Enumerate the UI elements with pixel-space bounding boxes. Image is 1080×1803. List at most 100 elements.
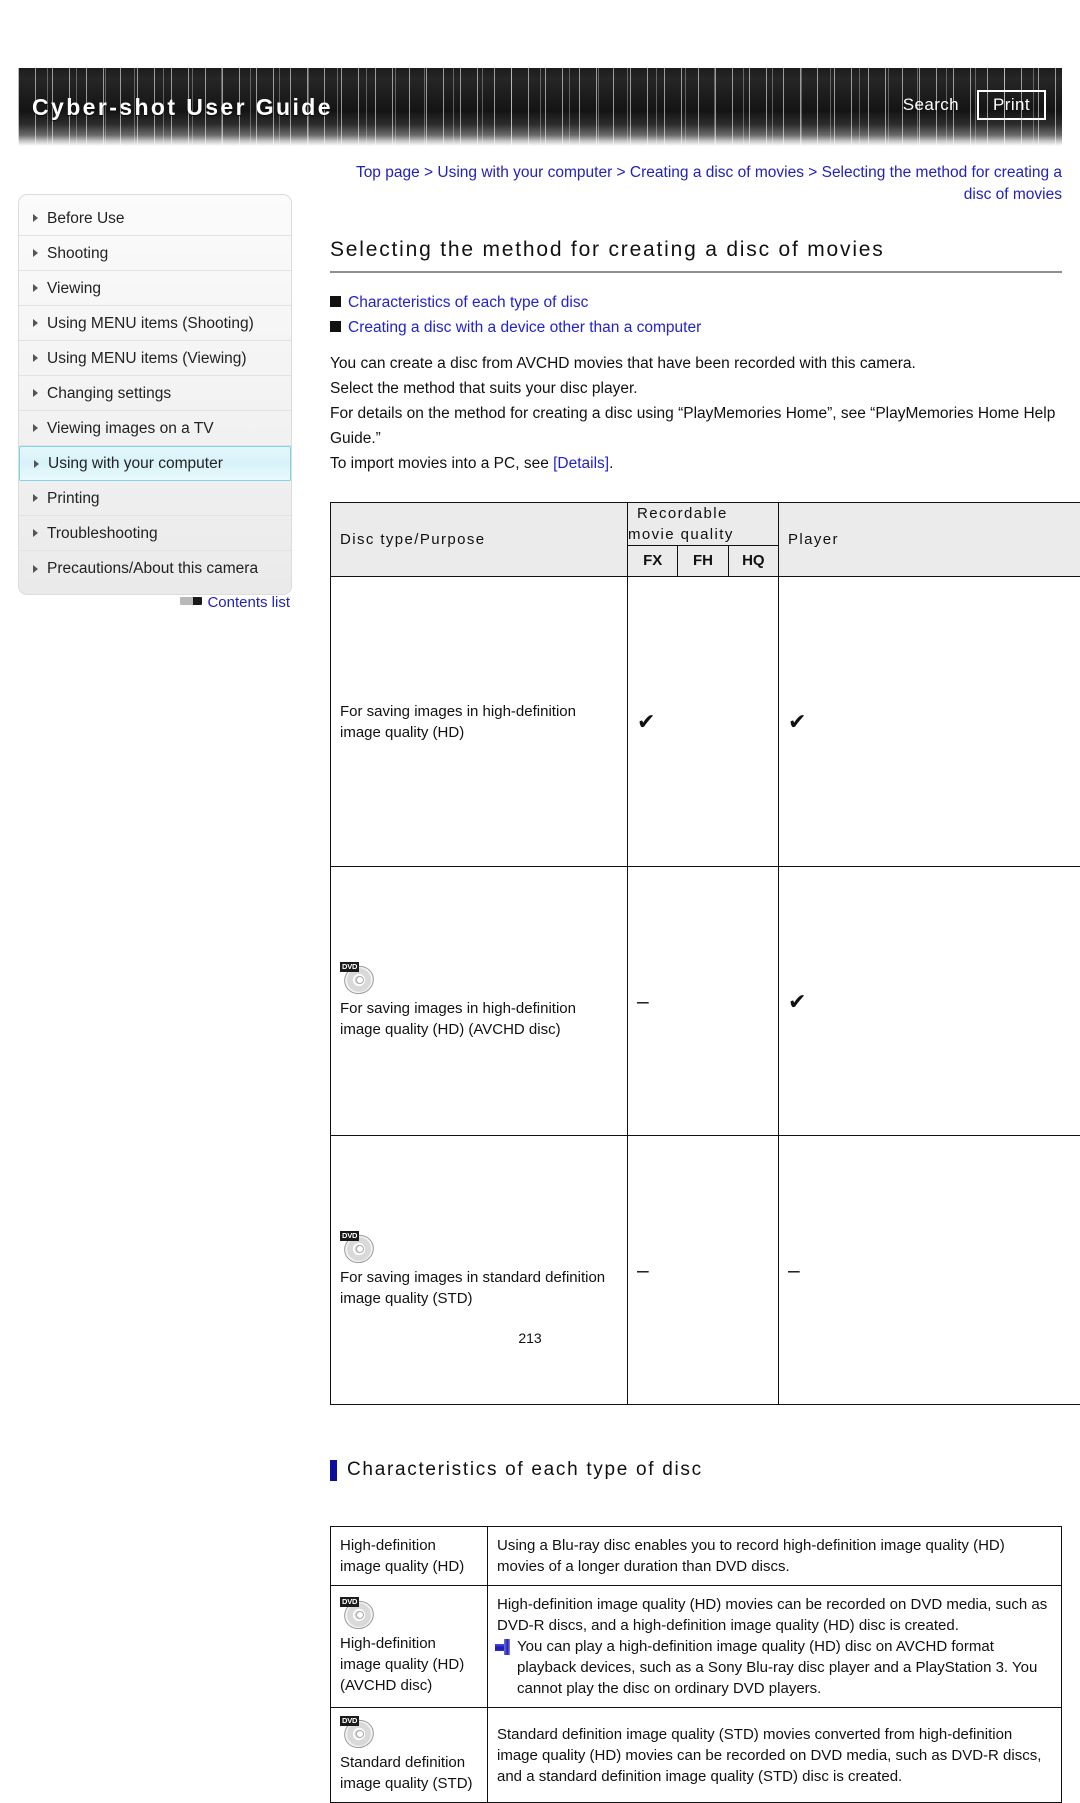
app-title: Cyber-shot User Guide [32,94,333,121]
chevron-right-icon [33,214,38,222]
sidebar-item-troubleshooting[interactable]: Troubleshooting [19,516,291,551]
sidebar-item-before-use[interactable]: Before Use [19,201,291,236]
main-content: Selecting the method for creating a disc… [330,238,1062,1803]
sidebar-item-viewing[interactable]: Viewing [19,271,291,306]
cell-description: Using a Blu-ray disc enables you to reco… [488,1527,1062,1586]
square-bullet-icon [330,296,341,307]
header-player: Player [779,503,1080,577]
chevron-right-icon [33,424,38,432]
cell-description: High-definition image quality (HD) movie… [488,1586,1062,1708]
intro-paragraph: You can create a disc from AVCHD movies … [330,351,1062,476]
note-line: You can play a high-definition image qua… [497,1636,1052,1699]
table-row: DVD High-definition image quality (HD) (… [331,1586,1062,1708]
description-text: Using a Blu-ray disc enables you to reco… [497,1535,1052,1577]
chevron-right-icon [33,565,38,573]
sidebar-item-label: Precautions/About this camera [47,560,258,577]
chevron-right-icon [33,529,38,537]
sidebar-item-label: Viewing images on a TV [47,420,214,437]
table-row: High-definition image quality (HD) Using… [331,1527,1062,1586]
cell-disc-label: DVD Standard definition image quality (S… [331,1708,488,1803]
sidebar-item-viewing-on-tv[interactable]: Viewing images on a TV [19,411,291,446]
chevron-right-icon [33,284,38,292]
cell-description: Standard definition image quality (STD) … [488,1708,1062,1803]
sidebar-item-menu-shooting[interactable]: Using MENU items (Shooting) [19,306,291,341]
sidebar-item-label: Viewing [47,280,101,297]
chevron-right-icon [33,354,38,362]
sidebar-item-label: Using with your computer [48,455,223,472]
intro-line-4-pre: To import movies into a PC, see [330,455,553,472]
app-header: Cyber-shot User Guide Search Print [18,68,1062,146]
purpose-text: For saving images in high-definition ima… [340,998,618,1040]
purpose-text: For saving images in standard definition… [340,1267,618,1309]
sidebar-item-precautions[interactable]: Precautions/About this camera [19,551,291,586]
page-title: Selecting the method for creating a disc… [330,238,1062,273]
table-row: DVD For saving images in high-definition… [331,867,1080,1136]
cell-disc-purpose: For saving images in high-definition ima… [331,577,628,867]
dvd-icon-label: DVD [340,962,359,972]
dvd-disc-icon: DVD [340,1716,380,1749]
intro-line-1: You can create a disc from AVCHD movies … [330,351,1062,376]
contents-list-link[interactable]: Contents list [18,594,292,611]
section-heading-characteristics: Characteristics of each type of disc [330,1459,1062,1481]
sidebar-item-shooting[interactable]: Shooting [19,236,291,271]
dvd-disc-icon: DVD [340,1231,380,1264]
cell-fx: – [628,867,779,1136]
sidebar-item-label: Using MENU items (Viewing) [47,350,247,367]
dvd-icon-label: DVD [340,1231,359,1241]
sidebar-item-label: Shooting [47,245,108,262]
table-row: DVD For saving images in standard defini… [331,1136,1080,1405]
header-hq: HQ [728,546,778,576]
sidebar-item-label: Changing settings [47,385,171,402]
header-actions: Search Print [899,90,1046,120]
cell-fh: ✔ [779,577,1080,867]
header-disc-type: Disc type/Purpose [331,503,628,577]
jump-link-characteristics[interactable]: Characteristics of each type of disc [330,290,1062,315]
purpose-text: For saving images in high-definition ima… [340,701,618,743]
cell-disc-label: DVD High-definition image quality (HD) (… [331,1586,488,1708]
sidebar-item-label: Using MENU items (Shooting) [47,315,254,332]
note-text: You can play a high-definition image qua… [517,1638,1037,1697]
disc-label-text: High-definition image quality (HD) (AVCH… [340,1633,478,1696]
chevron-right-icon [33,389,38,397]
chevron-right-icon [33,319,38,327]
chevron-right-icon [33,494,38,502]
sidebar-item-label: Printing [47,490,100,507]
section-accent-bar [330,1460,337,1481]
disc-label-text: Standard definition image quality (STD) [340,1752,478,1794]
sidebar-item-printing[interactable]: Printing [19,481,291,516]
description-text: Standard definition image quality (STD) … [497,1724,1052,1787]
note-arrow-icon [495,1639,513,1655]
chevron-right-icon [33,249,38,257]
dvd-disc-icon: DVD [340,1597,380,1630]
dvd-disc-icon: DVD [340,962,380,995]
jump-link-creating-disc-other-device[interactable]: Creating a disc with a device other than… [330,315,1062,340]
disc-method-table: Disc type/Purpose Recordable movie quali… [330,502,1080,1405]
sidebar-item-changing-settings[interactable]: Changing settings [19,376,291,411]
cell-disc-purpose: DVD For saving images in high-definition… [331,867,628,1136]
jump-link-label: Creating a disc with a device other than… [348,319,701,336]
cell-fx: – [628,1136,779,1405]
details-link[interactable]: [Details] [553,455,609,472]
section-heading-label: Characteristics of each type of disc [347,1459,703,1481]
print-button[interactable]: Print [977,90,1046,120]
dvd-icon-label: DVD [340,1716,359,1726]
square-bullet-icon [330,321,341,332]
chevron-right-icon [34,460,39,468]
intro-line-4: To import movies into a PC, see [Details… [330,451,1062,476]
dvd-icon-label: DVD [340,1597,359,1607]
sidebar-item-using-with-your-computer[interactable]: Using with your computer [19,446,291,481]
sidebar-item-label: Troubleshooting [47,525,158,542]
search-button[interactable]: Search [899,92,963,118]
intro-line-3: For details on the method for creating a… [330,401,1062,451]
intro-line-4-post: . [609,455,613,472]
breadcrumb[interactable]: Top page > Using with your computer > Cr… [330,162,1062,206]
description-text: High-definition image quality (HD) movie… [497,1594,1052,1636]
list-bar-icon [180,597,202,605]
jump-links: Characteristics of each type of disc Cre… [330,290,1062,340]
contents-list-label: Contents list [207,594,290,611]
cell-fh: – [779,1136,1080,1405]
header-recordable-quality-label: Recordable movie quality [628,497,743,548]
sidebar-item-menu-viewing[interactable]: Using MENU items (Viewing) [19,341,291,376]
header-fh: FH [677,546,727,576]
disc-characteristics-table: High-definition image quality (HD) Using… [330,1526,1062,1803]
